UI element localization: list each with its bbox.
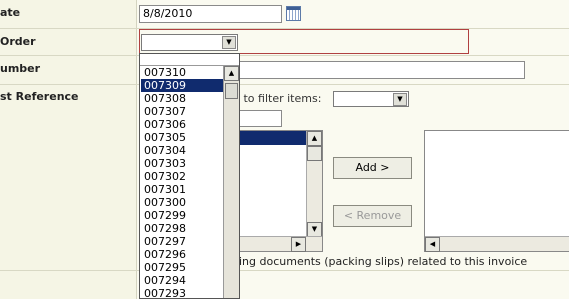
filter-dropdown[interactable]: ▼ [333,91,409,107]
dropdown-option[interactable]: 007304 [141,144,224,157]
dropdown-option[interactable]: 007294 [141,274,224,287]
related-documents-note: ing documents (packing slips) related to… [239,255,528,268]
dropdown-option[interactable]: 007310 [141,66,224,79]
dropdown-option[interactable]: 007300 [141,196,224,209]
number-label: umber [0,62,41,75]
remove-button[interactable]: < Remove [333,205,412,227]
number-input[interactable] [231,61,525,79]
dropdown-option[interactable]: 007309 [141,79,224,92]
scroll-thumb[interactable] [307,146,322,161]
filter-label: w to filter items: [231,92,322,105]
dropdown-option[interactable]: 007306 [141,118,224,131]
dropdown-option[interactable]: 007297 [141,235,224,248]
reference-label: st Reference [0,90,79,103]
dropdown-option[interactable]: 007308 [141,92,224,105]
order-label: Order [0,35,36,48]
chevron-down-icon[interactable]: ▼ [222,36,236,49]
dropdown-option[interactable]: 007307 [141,105,224,118]
dropdown-option[interactable]: 007293 [141,287,224,298]
popup-scrollbar[interactable]: ▲ [223,66,239,298]
vertical-scrollbar[interactable]: ▲ ▼ [306,131,322,237]
dropdown-option[interactable]: 007305 [141,131,224,144]
dropdown-option[interactable]: 007301 [141,183,224,196]
scroll-left-icon[interactable]: ◀ [425,237,440,252]
date-input[interactable]: 8/8/2010 [139,5,282,23]
selected-items-list[interactable]: ◀ [424,130,569,252]
row-divider [0,55,569,56]
available-items-list[interactable]: ▲ ▼ ▶ [231,130,323,252]
popup-header [140,54,239,66]
dropdown-option[interactable]: 007299 [141,209,224,222]
horizontal-scrollbar[interactable]: ▶ [232,236,322,252]
scroll-up-icon[interactable]: ▲ [307,131,322,146]
order-dropdown[interactable]: ▼ [141,34,238,51]
scroll-up-icon[interactable]: ▲ [224,66,239,81]
list-item[interactable] [232,131,307,145]
scroll-thumb[interactable] [225,83,238,99]
add-button[interactable]: Add > [333,157,412,179]
order-options-list[interactable]: 007310 007309 007308 007307 007306 007305 0073… [141,66,224,298]
dropdown-option[interactable]: 007298 [141,222,224,235]
dropdown-option[interactable]: 007296 [141,248,224,261]
scroll-right-icon[interactable]: ▶ [291,237,306,252]
horizontal-scrollbar[interactable]: ◀ [425,236,569,252]
row-divider [0,84,569,85]
chevron-down-icon[interactable]: ▼ [393,93,407,106]
dropdown-option[interactable]: 007303 [141,157,224,170]
calendar-icon[interactable] [286,6,301,21]
date-label: ate [0,6,21,19]
dropdown-option[interactable]: 007295 [141,261,224,274]
scroll-down-icon[interactable]: ▼ [307,222,322,237]
row-divider [0,270,569,271]
order-dropdown-popup[interactable]: 007310 007309 007308 007307 007306 007305 0073… [139,53,240,299]
dropdown-option[interactable]: 007302 [141,170,224,183]
